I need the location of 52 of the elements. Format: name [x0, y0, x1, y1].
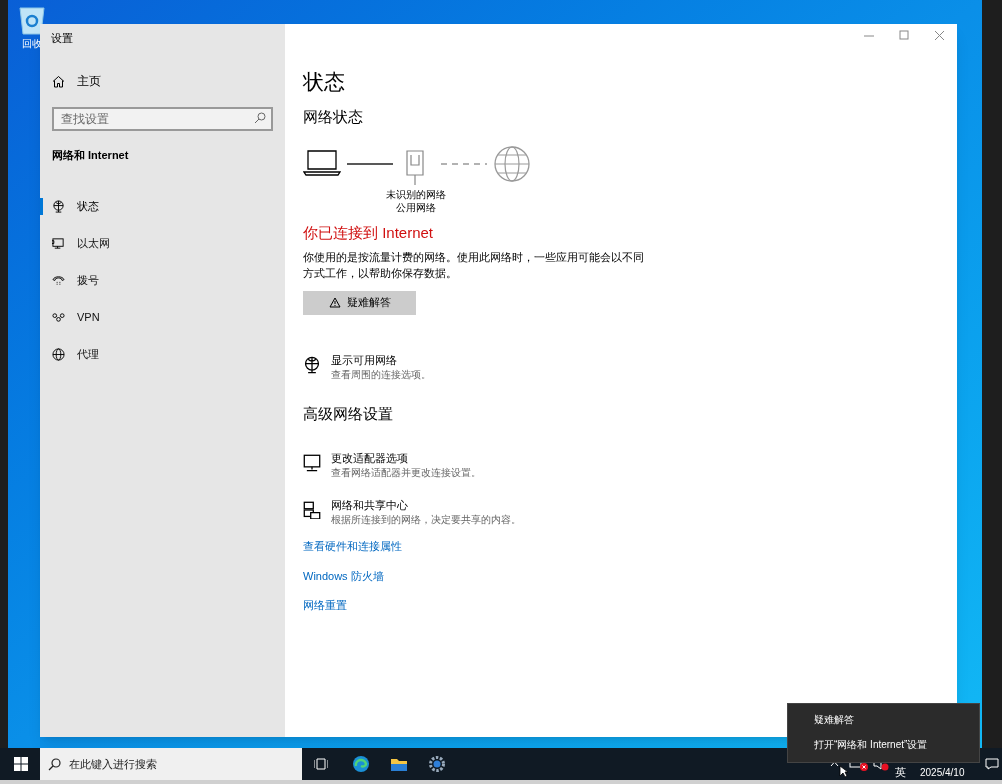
taskbar-date[interactable]: 2025/4/10	[920, 764, 965, 780]
mouse-cursor-icon	[839, 765, 848, 778]
monitor-icon	[303, 454, 321, 472]
globe-monitor-icon	[52, 199, 65, 213]
home-link[interactable]: 主页	[77, 72, 101, 90]
search-icon	[48, 758, 61, 771]
monitor-icon	[52, 236, 65, 250]
notification-icon[interactable]	[984, 758, 999, 770]
globe-icon	[52, 347, 65, 361]
sidebar-item[interactable]: VPN	[77, 308, 100, 326]
sidebar-item[interactable]: 代理	[77, 345, 99, 363]
window-title: 设置	[51, 31, 74, 46]
gear-icon[interactable]	[428, 755, 446, 773]
setting-description: 根据所连接到的网络，决定要共享的内容。	[331, 513, 521, 526]
search-icon	[254, 112, 266, 124]
link[interactable]: 查看硬件和连接属性	[303, 538, 402, 555]
network-label: 公用网络	[396, 201, 436, 214]
description-text: 你使用的是按流量计费的网络。使用此网络时，一些应用可能会以不同方式工作，以帮助你保存数据。	[303, 249, 645, 281]
setting-link[interactable]: 显示可用网络	[331, 352, 431, 368]
sidebar-item[interactable]: 以太网	[77, 234, 110, 252]
menu-item[interactable]: 打开“网络和 Internet”设置	[788, 737, 979, 752]
setting-link[interactable]: 网络和共享中心	[331, 498, 521, 513]
windows-start-icon[interactable]	[14, 757, 28, 771]
sidebar-item[interactable]: 状态	[77, 197, 99, 215]
link[interactable]: Windows 防火墙	[303, 567, 384, 584]
section-heading: 网络和 Internet	[52, 148, 130, 163]
taskbar-search-field[interactable]: 在此键入进行搜索	[40, 748, 302, 780]
sidebar-item[interactable]: 拨号	[77, 271, 99, 289]
section-heading: 高级网络设置	[303, 403, 394, 424]
home-icon	[52, 74, 65, 88]
vpn-icon	[52, 310, 65, 324]
troubleshoot-button[interactable]: 疑难解答	[303, 290, 416, 315]
input-method-indicator[interactable]: 英	[895, 766, 906, 778]
section-heading: 网络状态	[303, 106, 364, 127]
link[interactable]: 网络重置	[303, 597, 347, 614]
globe-monitor-icon	[303, 355, 321, 374]
setting-description: 查看网络适配器并更改连接设置。	[331, 466, 481, 479]
page-title: 状态	[303, 69, 346, 95]
network-label: 未识别的网络	[386, 188, 446, 201]
search-field[interactable]: 查找设置	[52, 107, 273, 131]
chevron-up-icon[interactable]	[830, 761, 839, 767]
browser-icon[interactable]	[352, 755, 370, 773]
sharing-center-icon	[303, 501, 321, 519]
setting-link[interactable]: 更改适配器选项	[331, 451, 481, 466]
menu-item[interactable]: 疑难解答	[788, 712, 979, 727]
close-icon[interactable]	[934, 30, 945, 41]
folder-icon[interactable]	[390, 756, 408, 772]
task-view-icon[interactable]	[314, 757, 328, 771]
warning-icon	[328, 297, 341, 308]
connection-status-message: 你已连接到 Internet	[303, 223, 435, 243]
phone-icon	[52, 273, 65, 287]
setting-description: 查看周围的连接选项。	[331, 367, 431, 381]
